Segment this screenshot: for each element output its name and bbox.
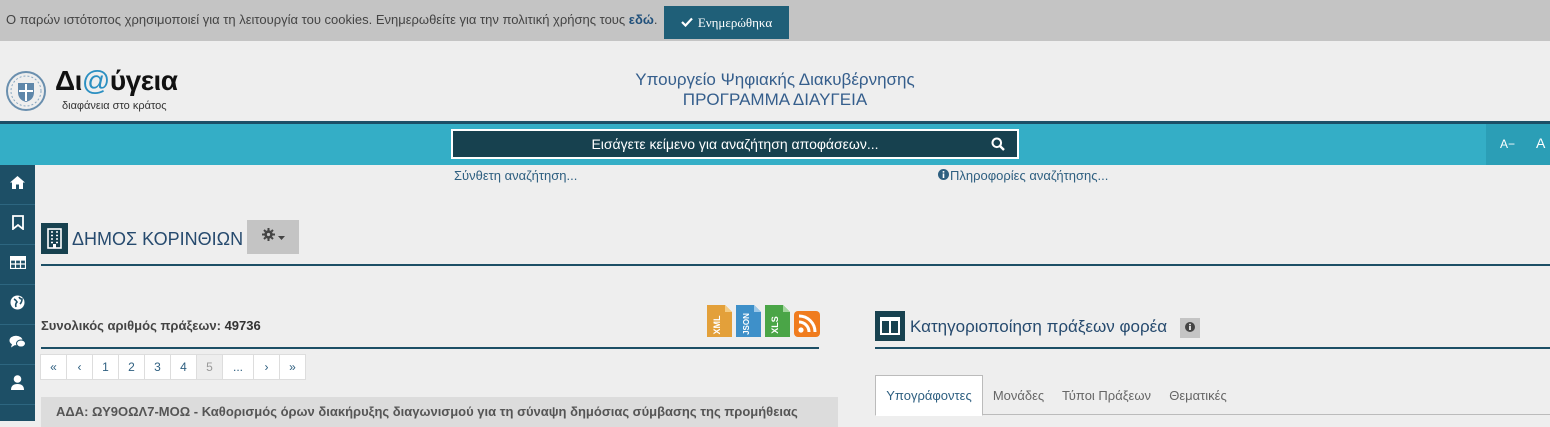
page-2[interactable]: 2: [118, 354, 145, 380]
categories-divider: [875, 347, 1550, 349]
logo-part2: ύγεια: [109, 65, 178, 96]
xls-export-icon[interactable]: XLS: [765, 305, 790, 342]
tab-topics[interactable]: Θεματικές: [1167, 375, 1229, 415]
cookie-message: Ο παρών ιστότοπος χρησιμοποιεί για τη λε…: [6, 12, 657, 27]
cookie-bar: Ο παρών ιστότοπος χρησιμοποιεί για τη λε…: [0, 0, 1550, 41]
page-5-current: 5: [196, 354, 223, 380]
rss-feed-icon[interactable]: [794, 305, 820, 342]
json-export-icon[interactable]: JSON: [736, 305, 761, 342]
program-name: ΠΡΟΓΡΑΜΜΑ ΔΙΑΥΓΕΙΑ: [682, 90, 868, 109]
font-size-controls: A− A: [1486, 124, 1550, 165]
info-icon: [1185, 319, 1195, 337]
entity-settings-button[interactable]: [247, 220, 299, 254]
export-icons: XML JSON XLS: [707, 305, 820, 342]
logo-at: @: [81, 65, 110, 96]
sidebar-item-user[interactable]: [0, 365, 35, 405]
page-1[interactable]: 1: [92, 354, 119, 380]
search-bar: Εισάγετε κείμενο για αναζήτηση αποφάσεων…: [0, 121, 1550, 165]
pagination: « ‹ 1 2 3 4 5 ... › »: [40, 354, 306, 380]
categories-info-button[interactable]: [1180, 318, 1200, 338]
list-item[interactable]: ΑΔΑ: ΩΥ9ΟΩΛ7-ΜΟΩ - Καθορισμός όρων διακή…: [41, 397, 838, 427]
search-info-label: Πληροφορίες αναζήτησης...: [950, 168, 1109, 183]
list-divider: [41, 347, 819, 349]
search-input[interactable]: Εισάγετε κείμενο για αναζήτηση αποφάσεων…: [451, 129, 1019, 159]
cookie-text-end: .: [653, 12, 658, 27]
svg-text:XML: XML: [712, 315, 722, 335]
site-header: Δι@ύγεια διαφάνεια στο κράτος Υπουργείο …: [0, 41, 1550, 121]
sidebar-item-bookmarks[interactable]: [0, 205, 35, 245]
tab-signers[interactable]: Υπογράφοντες: [875, 375, 983, 416]
page-ellipsis[interactable]: ...: [222, 354, 254, 380]
total-count: 49736: [224, 318, 261, 333]
logo-wordmark[interactable]: Δι@ύγεια: [55, 65, 178, 97]
page-first[interactable]: «: [40, 354, 67, 380]
svg-text:JSON: JSON: [742, 313, 751, 335]
comments-icon: [9, 335, 26, 354]
ministry-name: Υπουργείο Ψηφιακής Διακυβέρνησης: [635, 70, 915, 89]
sidebar-item-tables[interactable]: [0, 245, 35, 285]
xml-export-icon[interactable]: XML: [707, 305, 732, 342]
tab-units[interactable]: Μονάδες: [987, 375, 1050, 415]
check-icon: [681, 15, 693, 31]
page-next[interactable]: ›: [253, 354, 280, 380]
svg-text:XLS: XLS: [770, 316, 780, 334]
tab-act-types[interactable]: Τύποι Πράξεων: [1059, 375, 1154, 415]
page-last[interactable]: »: [279, 354, 306, 380]
increase-font-button[interactable]: A: [1536, 135, 1545, 151]
sidebar-item-home[interactable]: [0, 165, 35, 205]
page-4[interactable]: 4: [170, 354, 197, 380]
total-label: Συνολικός αριθμός πράξεων:: [41, 318, 225, 333]
cookie-policy-link[interactable]: εδώ: [629, 12, 654, 27]
logo-tagline: διαφάνεια στο κράτος: [62, 100, 167, 112]
table-icon: [9, 255, 26, 274]
cookie-accept-button[interactable]: Ενημερώθηκα: [664, 6, 789, 39]
gear-icon: [261, 228, 275, 246]
decrease-font-button[interactable]: A−: [1500, 137, 1515, 151]
home-icon: [10, 175, 25, 194]
category-tabs: Υπογράφοντες Μονάδες Τύποι Πράξεων Θεματ…: [875, 375, 1550, 421]
sidebar-item-globe[interactable]: [0, 285, 35, 325]
advanced-search-link[interactable]: Σύνθετη αναζήτηση...: [454, 168, 577, 183]
logo-part1: Δι: [55, 65, 82, 96]
sidebar: [0, 165, 35, 421]
cookie-accept-label: Ενημερώθηκα: [697, 14, 773, 30]
info-circle-icon: [938, 168, 949, 183]
columns-icon: [875, 311, 905, 341]
page-prev[interactable]: ‹: [66, 354, 93, 380]
sidebar-item-comments[interactable]: [0, 325, 35, 365]
total-acts: Συνολικός αριθμός πράξεων: 49736: [41, 318, 261, 333]
bookmark-icon: [11, 214, 24, 235]
globe-icon: [10, 295, 25, 315]
greek-emblem-icon: [5, 69, 47, 113]
search-icon[interactable]: [991, 137, 1005, 154]
ministry-heading: Υπουργείο Ψηφιακής Διακυβέρνησης ΠΡΟΓΡΑΜ…: [450, 70, 1100, 110]
cookie-text: Ο παρών ιστότοπος χρησιμοποιεί για τη λε…: [6, 12, 629, 27]
caret-down-icon: [277, 228, 285, 246]
section-divider: [41, 264, 1550, 266]
user-icon: [11, 374, 24, 395]
categories-title: Κατηγοριοποίηση πράξεων φορέα: [910, 317, 1168, 336]
building-icon: [41, 223, 68, 254]
entity-title: ΔΗΜΟΣ ΚΟΡΙΝΘΙΩΝ: [72, 229, 244, 249]
result-title[interactable]: ΑΔΑ: ΩΥ9ΟΩΛ7-ΜΟΩ - Καθορισμός όρων διακή…: [56, 404, 798, 419]
search-placeholder: Εισάγετε κείμενο για αναζήτηση αποφάσεων…: [591, 136, 879, 152]
page-3[interactable]: 3: [144, 354, 171, 380]
search-info-link[interactable]: Πληροφορίες αναζήτησης...: [938, 168, 1108, 183]
